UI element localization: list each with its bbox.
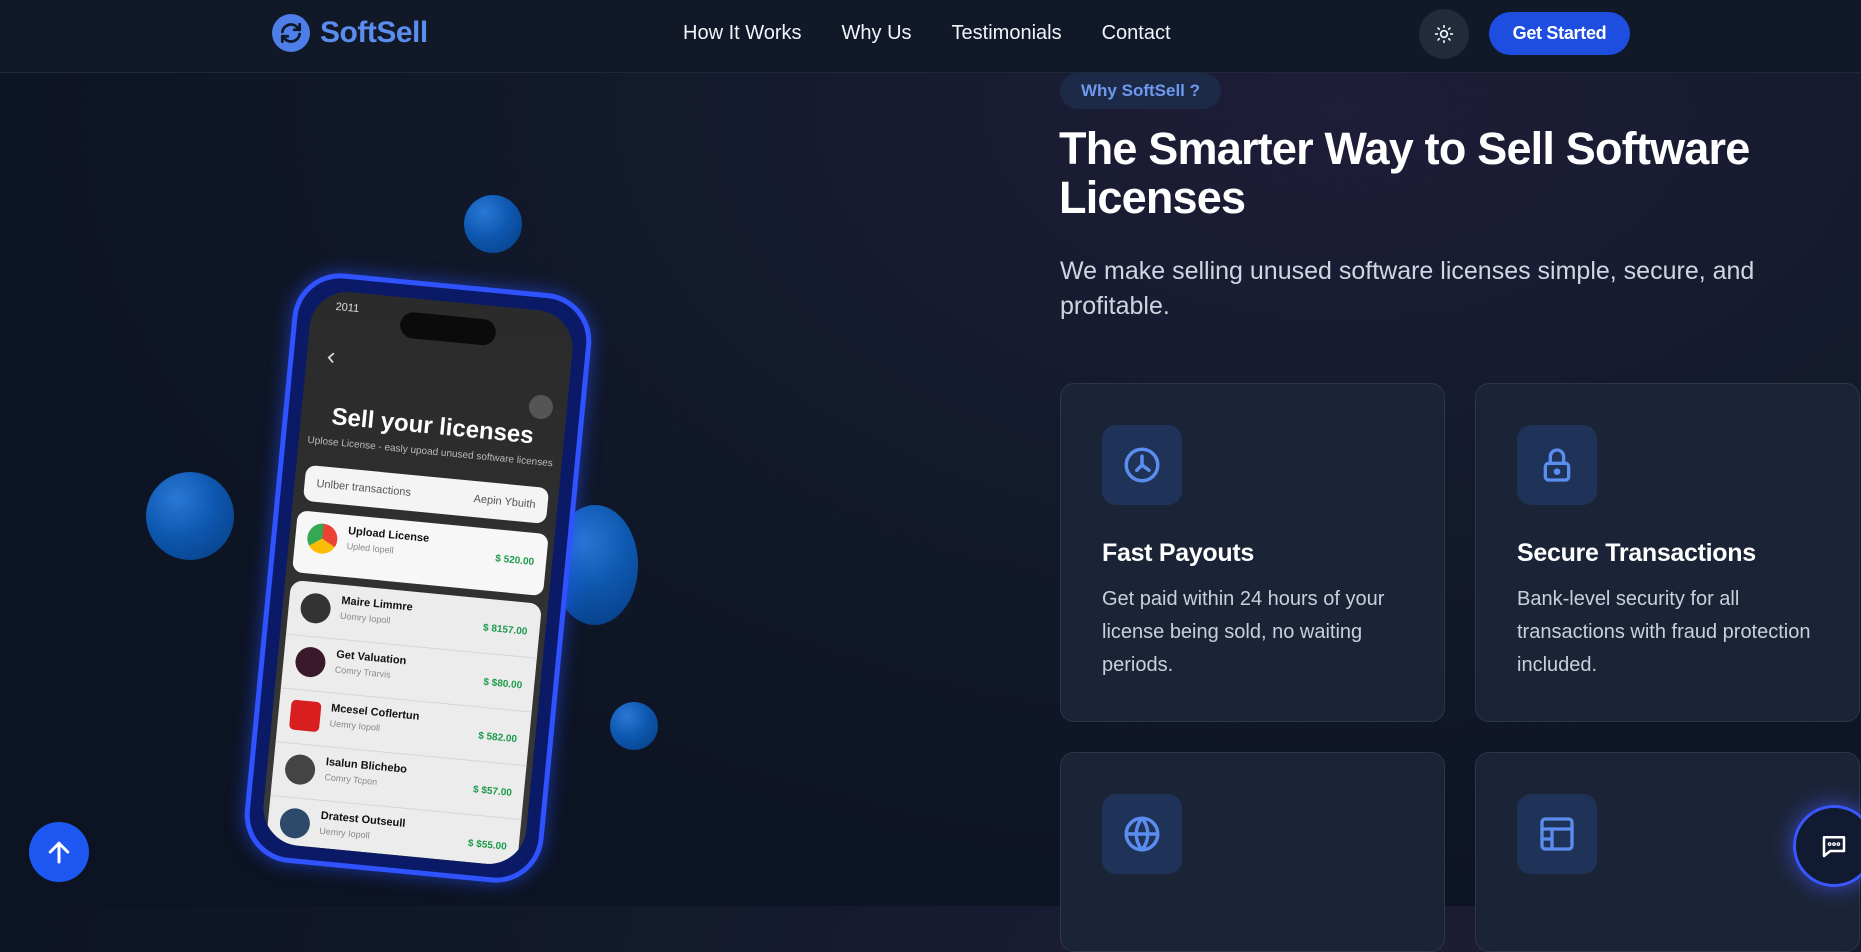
upload-price: $ 520.00 (494, 553, 535, 569)
back-icon (327, 352, 335, 364)
feature-card-fast-payouts: Fast Payouts Get paid within 24 hours of… (1060, 383, 1445, 722)
logo[interactable]: SoftSell (272, 14, 428, 52)
nav-links: How It Works Why Us Testimonials Contact (683, 22, 1171, 45)
phone-mockup: 2011 Sell your licenses Uplose License -… (240, 268, 596, 888)
feature-title: Fast Payouts (1102, 539, 1255, 567)
brand-name: SoftSell (320, 16, 428, 49)
decorative-sphere (610, 702, 658, 750)
top-navbar: SoftSell How It Works Why Us Testimonial… (0, 0, 1861, 73)
lock-icon (1543, 448, 1571, 482)
row-sub: Comry Trarvis (334, 664, 392, 680)
feature-card-secure-transactions: Secure Transactions Bank-level security … (1475, 383, 1860, 722)
decorative-sphere (146, 472, 234, 560)
nav-link-testimonials[interactable]: Testimonials (952, 22, 1062, 45)
row-price: $ 582.00 (477, 730, 518, 746)
feature-text: Bank-level security for all transactions… (1517, 588, 1811, 676)
section-badge: Why SoftSell ? (1060, 73, 1221, 109)
nav-link-how-it-works[interactable]: How It Works (683, 22, 802, 45)
adobe-logo-icon (288, 699, 322, 733)
list-item: Upload License Upled lopell $ 520.00 (293, 510, 549, 588)
feature-icon-box (1517, 425, 1597, 505)
refresh-icon (272, 14, 310, 52)
chrome-logo-icon (305, 522, 339, 556)
chat-icon (1822, 836, 1846, 858)
phone-close-icon (527, 393, 555, 421)
row-sub: Uomry Iopoll (339, 610, 391, 626)
section-subtitle: We make selling unused software licenses… (1060, 257, 1755, 320)
row-price: $ $80.00 (482, 676, 523, 692)
feature-title: Secure Transactions (1517, 539, 1756, 567)
scroll-to-top-button[interactable] (29, 822, 89, 882)
phone-screen: 2011 Sell your licenses Uplose License -… (259, 288, 577, 868)
app-logo-icon (299, 591, 332, 625)
get-started-button[interactable]: Get Started (1489, 12, 1630, 55)
feature-card-global (1060, 752, 1445, 952)
theme-toggle-button[interactable] (1419, 9, 1469, 59)
row-price: $ $57.00 (472, 784, 513, 799)
row-name: Maire Limmre (340, 594, 414, 614)
app-logo-icon (283, 753, 317, 786)
row-sub: Comry Tcpon (324, 771, 378, 787)
sun-icon (1434, 24, 1454, 44)
row-name: Get Valuation (335, 648, 407, 668)
feature-icon-box (1102, 425, 1182, 505)
arrow-up-icon (48, 841, 70, 864)
phone-frame: 2011 Sell your licenses Uplose License -… (240, 268, 596, 888)
phone-search-placeholder: Unlber transactions (315, 477, 412, 499)
app-logo-icon (294, 645, 327, 679)
app-logo-icon (278, 806, 312, 840)
decorative-sphere (464, 195, 522, 253)
phone-notch (399, 311, 498, 347)
clock-icon (1124, 447, 1160, 483)
globe-icon (1124, 816, 1160, 852)
row-price: $ 8157.00 (482, 622, 528, 638)
nav-link-why-us[interactable]: Why Us (842, 22, 912, 45)
row-sub: Uemry Iopoll (318, 825, 371, 841)
phone-time: 2011 (335, 300, 360, 316)
nav-link-contact[interactable]: Contact (1102, 22, 1171, 45)
row-sub: Uemry Iopoll (329, 718, 381, 734)
table-icon (1540, 817, 1574, 851)
feature-text: Get paid within 24 hours of your license… (1102, 588, 1385, 676)
row-price: $ $55.00 (467, 838, 508, 853)
section-title: The Smarter Way to Sell Software License… (1059, 123, 1750, 223)
feature-icon-box (1517, 794, 1597, 874)
upload-sub: Upled lopell (346, 541, 395, 556)
phone-search-filter: Aepin Ybuith (473, 492, 537, 511)
phone-transaction-list: Maire Limmre Uomry Iopoll $ 8157.00 Get … (265, 579, 543, 868)
feature-icon-box (1102, 794, 1182, 874)
